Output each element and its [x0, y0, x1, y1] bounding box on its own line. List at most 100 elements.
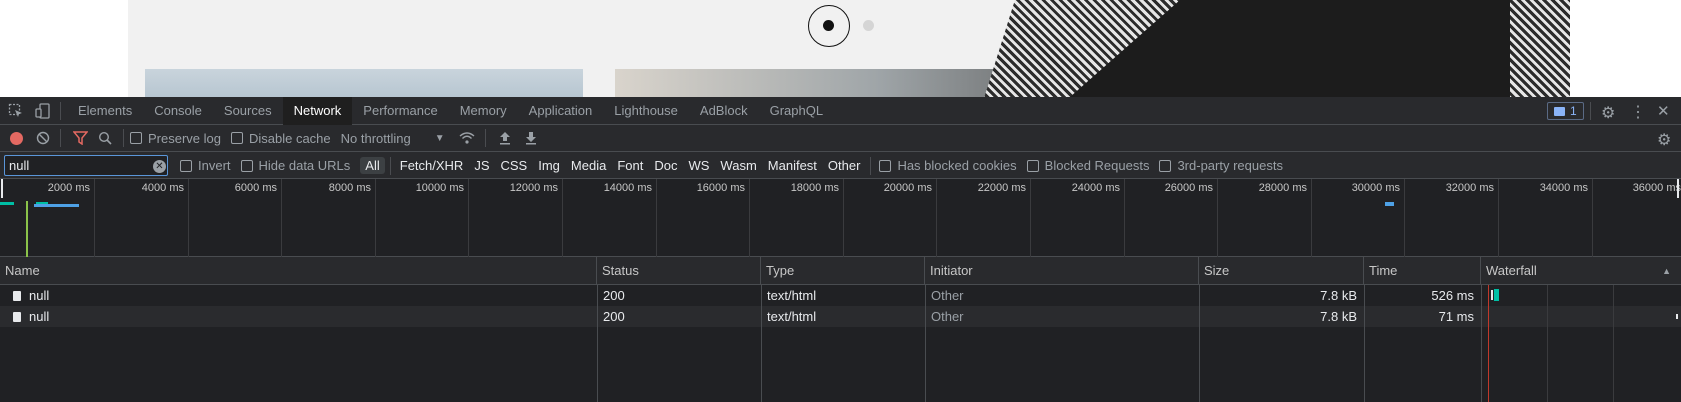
disable-cache-checkbox[interactable]: Disable cache — [230, 131, 331, 146]
type-filter-ws[interactable]: WS — [683, 157, 714, 174]
carousel-dot-active[interactable] — [808, 5, 850, 47]
type-filter-manifest[interactable]: Manifest — [763, 157, 822, 174]
settings-icon[interactable]: ⚙ — [1657, 130, 1671, 150]
hide-data-urls-checkbox[interactable]: Hide data URLs — [240, 158, 350, 173]
tab-console[interactable]: Console — [143, 97, 213, 125]
invert-checkbox[interactable]: Invert — [180, 158, 231, 173]
issues-count: 1 — [1570, 104, 1577, 118]
type-filter-media[interactable]: Media — [566, 157, 611, 174]
overview-tick-label: 28000 ms — [1258, 182, 1307, 194]
type-filter-wasm[interactable]: Wasm — [715, 157, 761, 174]
kebab-menu-icon[interactable]: ⋮ — [1630, 102, 1646, 122]
overview-tick-label: 2000 ms — [47, 182, 90, 194]
type-filter-doc[interactable]: Doc — [649, 157, 682, 174]
preserve-log-checkbox[interactable]: Preserve log — [130, 131, 221, 146]
divider — [484, 129, 486, 147]
column-header-type[interactable]: Type — [761, 257, 925, 285]
checkbox-box[interactable] — [180, 159, 192, 172]
overview-bar — [34, 204, 79, 207]
divider — [60, 101, 61, 120]
filter-input[interactable] — [4, 155, 168, 176]
type-filter-other[interactable]: Other — [823, 157, 866, 174]
overview-tick-label: 24000 ms — [1071, 182, 1120, 194]
tab-lighthouse[interactable]: Lighthouse — [603, 97, 689, 125]
tab-application[interactable]: Application — [518, 97, 604, 125]
invert-label: Invert — [198, 158, 231, 173]
divider — [123, 129, 124, 147]
dom-content-loaded-line — [26, 201, 28, 257]
column-divider — [597, 285, 598, 402]
overview-handle-right[interactable] — [1677, 179, 1679, 198]
column-header-time[interactable]: Time — [1364, 257, 1481, 285]
type-filter-fetch-xhr[interactable]: Fetch/XHR — [395, 157, 469, 174]
throttling-select[interactable]: No throttling ▼ — [341, 131, 445, 146]
overview-tick-label: 12000 ms — [509, 182, 558, 194]
divider — [60, 129, 61, 147]
chevron-down-icon: ▼ — [434, 132, 445, 144]
type-filter-all[interactable]: All — [360, 157, 385, 174]
column-header-waterfall[interactable]: Waterfall ▲ — [1481, 257, 1681, 285]
checkbox-box[interactable] — [1026, 159, 1039, 172]
table-row[interactable]: null 200 text/html Other 7.8 kB 71 ms — [0, 306, 1681, 327]
type-filter-font[interactable]: Font — [612, 157, 648, 174]
column-header-name[interactable]: Name — [0, 257, 597, 285]
overview-bar — [36, 202, 48, 204]
tab-graphql[interactable]: GraphQL — [759, 97, 834, 125]
type-filter-css[interactable]: CSS — [496, 157, 533, 174]
column-divider — [1199, 285, 1200, 402]
column-divider — [761, 285, 762, 402]
table-row[interactable]: null 200 text/html Other 7.8 kB 526 ms — [0, 285, 1681, 306]
upload-icon[interactable] — [492, 131, 518, 145]
column-header-size[interactable]: Size — [1199, 257, 1364, 285]
close-icon[interactable]: ✕ — [1657, 102, 1670, 120]
network-overview-timeline[interactable]: 2000 ms 4000 ms 6000 ms 8000 ms 10000 ms 1200… — [0, 179, 1681, 257]
clear-filter-icon[interactable]: ✕ — [153, 160, 166, 173]
tab-performance[interactable]: Performance — [352, 97, 448, 125]
overview-handle-left[interactable] — [1, 179, 3, 198]
filter-icon[interactable] — [67, 131, 93, 145]
type-filter-img[interactable]: Img — [533, 157, 565, 174]
gear-icon[interactable]: ⚙ — [1601, 103, 1615, 123]
overview-tick-label: 14000 ms — [603, 182, 652, 194]
third-party-requests-checkbox[interactable]: 3rd-party requests — [1159, 158, 1283, 173]
network-toolbar: Preserve log Disable cache No throttling… — [0, 125, 1681, 152]
tab-adblock[interactable]: AdBlock — [689, 97, 759, 125]
column-divider — [1364, 285, 1365, 402]
document-icon — [13, 291, 21, 301]
waterfall-bar — [1494, 289, 1499, 301]
checkbox-box[interactable] — [1159, 159, 1172, 172]
wifi-settings-icon[interactable] — [455, 131, 479, 145]
tab-memory[interactable]: Memory — [449, 97, 518, 125]
filter-options: Invert Hide data URLs All Fetch/XHR JS C… — [180, 152, 1293, 179]
type-filter-js[interactable]: JS — [469, 157, 494, 174]
load-event-line — [1488, 285, 1489, 402]
overview-tick-label: 8000 ms — [328, 182, 371, 194]
download-icon[interactable] — [518, 131, 544, 145]
tab-network[interactable]: Network — [282, 96, 353, 125]
record-icon[interactable] — [0, 131, 32, 145]
tab-sources[interactable]: Sources — [213, 97, 283, 125]
checkbox-box[interactable] — [879, 159, 892, 172]
checkbox-box[interactable] — [230, 132, 243, 144]
carousel-dot[interactable] — [863, 20, 874, 31]
product-image-1[interactable] — [145, 69, 583, 97]
inspect-icon[interactable] — [0, 103, 32, 119]
sort-ascending-icon: ▲ — [1662, 266, 1671, 276]
request-status: 200 — [603, 288, 625, 303]
column-header-initiator[interactable]: Initiator — [925, 257, 1199, 285]
request-initiator: Other — [931, 288, 964, 303]
issues-badge[interactable]: 1 — [1547, 102, 1584, 120]
overview-tick-label: 18000 ms — [790, 182, 839, 194]
blocked-requests-checkbox[interactable]: Blocked Requests — [1026, 158, 1149, 173]
column-header-status[interactable]: Status — [597, 257, 761, 285]
request-name: null — [8, 285, 54, 306]
has-blocked-cookies-checkbox[interactable]: Has blocked cookies — [879, 158, 1017, 173]
search-icon[interactable] — [93, 131, 117, 145]
tab-elements[interactable]: Elements — [67, 97, 143, 125]
column-divider — [925, 285, 926, 402]
checkbox-box[interactable] — [130, 132, 142, 144]
clear-icon[interactable] — [32, 131, 54, 145]
device-toggle-icon[interactable] — [32, 102, 54, 119]
checkbox-box[interactable] — [240, 159, 253, 172]
request-status: 200 — [603, 309, 625, 324]
